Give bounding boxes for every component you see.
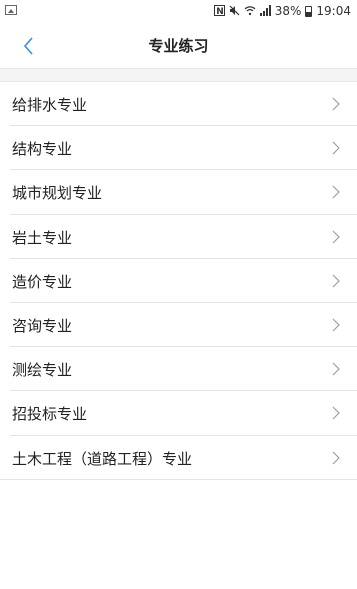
list-item[interactable]: 土木工程（道路工程）专业 [0, 436, 357, 480]
list-item-label: 招投标专业 [12, 405, 88, 424]
status-bar: N 38% 19:04 [0, 0, 357, 24]
status-time: 19:04 [316, 4, 351, 18]
list-item-label: 土木工程（道路工程）专业 [12, 449, 193, 468]
page-title: 专业练习 [148, 37, 209, 55]
gallery-notification-icon [5, 5, 17, 15]
chevron-right-icon [332, 185, 340, 199]
list-item-label: 城市规划专业 [12, 184, 103, 203]
chevron-right-icon [332, 230, 340, 243]
list-item-label: 测绘专业 [12, 361, 73, 380]
list-item[interactable]: 城市规划专业 [10, 170, 357, 215]
chevron-right-icon [332, 362, 340, 376]
list-item-label: 岩土专业 [12, 228, 73, 247]
list-item-label: 给排水专业 [12, 96, 88, 114]
svg-text:N: N [216, 7, 224, 16]
nfc-icon: N [213, 4, 225, 18]
chevron-right-icon [332, 406, 340, 420]
list-item-label: 结构专业 [12, 140, 73, 159]
chevron-right-icon [332, 318, 340, 332]
wifi-icon [244, 5, 256, 18]
list-item[interactable]: 结构专业 [10, 126, 357, 171]
signal-icon [259, 4, 271, 18]
battery-icon [305, 5, 313, 17]
list-item-label: 造价专业 [12, 272, 73, 291]
list-item[interactable]: 测绘专业 [10, 347, 357, 392]
battery-percent: 38% [274, 4, 302, 18]
app-header: 专业练习 [0, 24, 357, 68]
list-item[interactable]: 招投标专业 [10, 391, 357, 436]
section-divider [0, 68, 357, 82]
major-list: 给排水专业 结构专业 城市规划专业 岩土专业 造价专业 咨询专业 测绘专业 招投… [0, 82, 357, 480]
list-item[interactable]: 造价专业 [10, 259, 357, 303]
chevron-right-icon [332, 274, 340, 288]
chevron-right-icon [332, 451, 340, 464]
status-indicators: N 38% 19:04 [213, 4, 351, 18]
list-item[interactable]: 岩土专业 [10, 215, 357, 259]
chevron-right-icon [332, 141, 340, 155]
list-item[interactable]: 给排水专业 [10, 82, 357, 127]
list-item-label: 咨询专业 [12, 316, 73, 335]
list-item[interactable]: 咨询专业 [10, 303, 357, 348]
chevron-right-icon [332, 97, 340, 111]
mute-icon [229, 5, 240, 18]
